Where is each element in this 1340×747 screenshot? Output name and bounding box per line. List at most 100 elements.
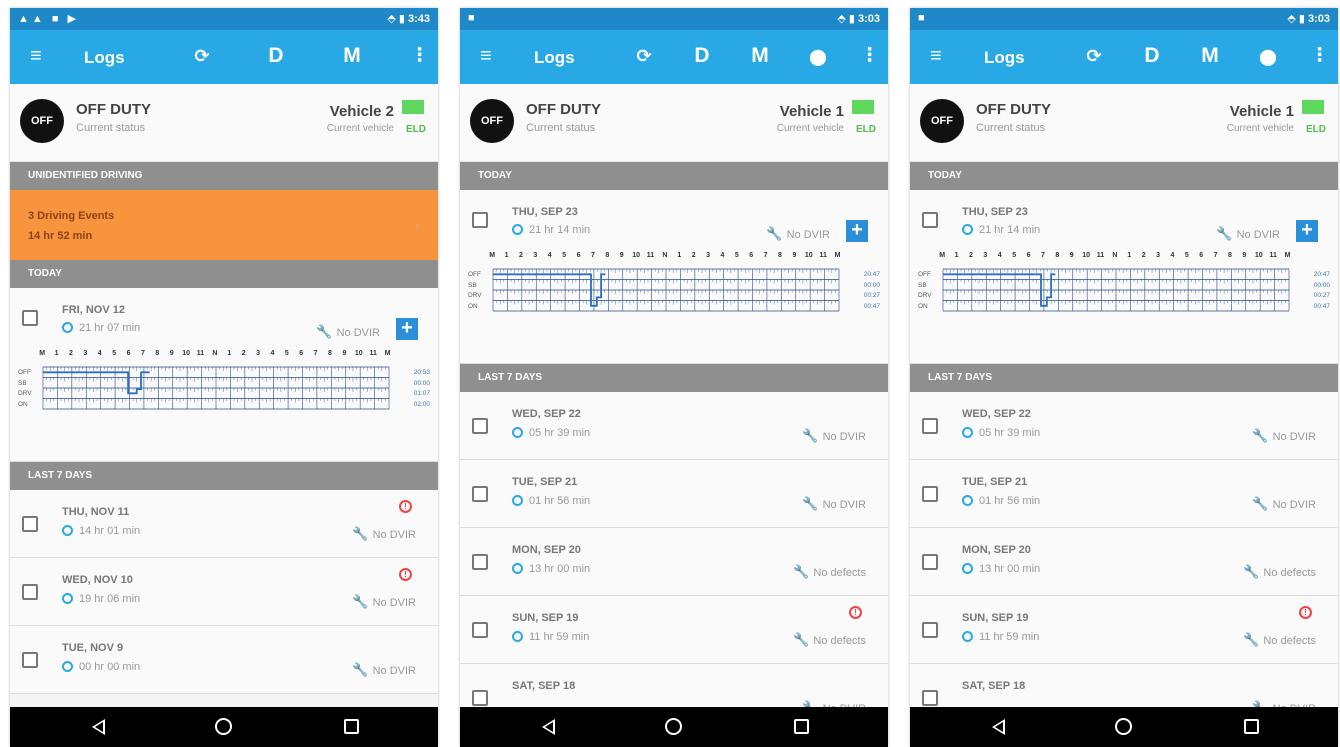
log-day-item[interactable]: MON, SEP 20 13 hr 00 min 🔧 No defects bbox=[910, 528, 1338, 596]
menu-icon[interactable]: ≡ bbox=[480, 46, 492, 66]
grid-hour-label: 1 bbox=[1127, 252, 1132, 259]
duty-status-graph bbox=[942, 268, 1290, 312]
wrench-icon: 🔧 bbox=[352, 594, 369, 609]
log-hours-value: 01 hr 56 min bbox=[979, 495, 1041, 507]
recents-icon[interactable] bbox=[344, 719, 359, 734]
grid-hour-label: 3 bbox=[256, 350, 260, 357]
log-day-checkbox[interactable] bbox=[472, 554, 488, 570]
grid-hour-label: 3 bbox=[983, 252, 988, 259]
grid-hour-label: 3 bbox=[83, 350, 88, 357]
today-log-card[interactable]: FRI, NOV 12 21 hr 07 min 🔧 No DVIR + M 1 2 3 4 5 6 7… bbox=[10, 288, 438, 462]
log-day-item[interactable]: SUN, SEP 19 11 hr 59 min 🔧 No defects! bbox=[910, 596, 1338, 664]
more-icon[interactable]: ⋮ bbox=[410, 44, 429, 67]
today-log-card[interactable]: THU, SEP 23 21 hr 14 min 🔧 No DVIR + M 1 2 3 4 5 6 7… bbox=[910, 190, 1338, 364]
grid-hour-label: 3 bbox=[1156, 252, 1160, 259]
home-icon[interactable] bbox=[665, 718, 682, 735]
warning-icon: ! bbox=[399, 500, 412, 513]
log-day-item[interactable]: WED, NOV 10 19 hr 06 min 🔧 No DVIR! bbox=[10, 558, 438, 626]
duty-label: OFF bbox=[468, 271, 481, 278]
more-icon[interactable]: ⋮ bbox=[1310, 44, 1329, 67]
clock-icon bbox=[962, 427, 973, 438]
log-day-item[interactable]: WED, SEP 22 05 hr 39 min 🔧 No DVIR bbox=[460, 392, 888, 460]
add-event-button[interactable]: + bbox=[396, 318, 418, 340]
add-event-button[interactable]: + bbox=[1296, 220, 1318, 242]
grid-hour-label: 1 bbox=[54, 350, 59, 357]
log-day-item[interactable]: SUN, SEP 19 11 hr 59 min 🔧 No defects! bbox=[460, 596, 888, 664]
vehicle-label: Current vehicle bbox=[776, 123, 844, 134]
menu-icon[interactable]: ≡ bbox=[30, 46, 42, 66]
today-checkbox[interactable] bbox=[22, 310, 38, 326]
duty-status-trace bbox=[43, 371, 150, 395]
today-checkbox[interactable] bbox=[922, 212, 938, 228]
log-day-checkbox[interactable] bbox=[472, 486, 488, 502]
grid-hour-label: 10 bbox=[804, 252, 813, 259]
location-icon[interactable]: ⬤ bbox=[804, 47, 832, 67]
recents-icon[interactable] bbox=[1244, 719, 1259, 734]
m-button[interactable]: M bbox=[746, 44, 774, 68]
log-date: THU, SEP 23 bbox=[512, 206, 578, 218]
grid-hour-label: 7 bbox=[1040, 252, 1045, 259]
wrench-icon: 🔧 bbox=[352, 526, 369, 541]
d-button[interactable]: D bbox=[262, 44, 290, 68]
log-day-item[interactable]: TUE, NOV 9 00 hr 00 min 🔧 No DVIR bbox=[10, 626, 438, 694]
log-day-checkbox[interactable] bbox=[472, 622, 488, 638]
log-day-item[interactable]: MON, SEP 20 13 hr 00 min 🔧 No defects bbox=[460, 528, 888, 596]
log-day-checkbox[interactable] bbox=[472, 418, 488, 434]
log-hours: 21 hr 07 min bbox=[62, 322, 140, 334]
log-day-item[interactable]: TUE, SEP 21 01 hr 56 min 🔧 No DVIR bbox=[910, 460, 1338, 528]
today-checkbox[interactable] bbox=[472, 212, 488, 228]
log-day-checkbox[interactable] bbox=[922, 622, 938, 638]
log-day-checkbox[interactable] bbox=[922, 486, 938, 502]
grid-hour-label: 6 bbox=[576, 252, 581, 259]
dvir-label: No DVIR bbox=[786, 229, 830, 241]
home-icon[interactable] bbox=[215, 718, 232, 735]
log-hours: 19 hr 06 min bbox=[62, 593, 140, 605]
back-icon[interactable] bbox=[92, 719, 105, 735]
menu-icon[interactable]: ≡ bbox=[930, 46, 942, 66]
location-icon[interactable]: ⬤ bbox=[1254, 47, 1282, 67]
home-icon[interactable] bbox=[1115, 718, 1132, 735]
log-day-item[interactable]: TUE, SEP 21 01 hr 56 min 🔧 No DVIR bbox=[460, 460, 888, 528]
grid-hours-row: M 1 2 3 4 5 6 7 8 9 10 11 N 1 2 3 4 5 6 7 8 9 10 11 M bbox=[935, 252, 1295, 259]
grid-hour-label: 4 bbox=[720, 252, 725, 259]
back-icon[interactable] bbox=[542, 719, 555, 735]
current-status-card[interactable]: OFF OFF DUTY Current status Vehicle 1 Curren… bbox=[910, 84, 1338, 162]
d-button[interactable]: D bbox=[1138, 44, 1166, 68]
more-icon[interactable]: ⋮ bbox=[860, 44, 879, 67]
m-button[interactable]: M bbox=[338, 44, 366, 68]
log-day-checkbox[interactable] bbox=[472, 690, 488, 706]
back-icon[interactable] bbox=[992, 719, 1005, 735]
log-hours: 13 hr 00 min bbox=[962, 563, 1040, 575]
unidentified-driving-card[interactable]: 3 Driving Events 14 hr 52 min › bbox=[10, 190, 438, 260]
wrench-icon: 🔧 bbox=[1243, 632, 1260, 647]
log-day-checkbox[interactable] bbox=[22, 584, 38, 600]
log-day-item[interactable]: WED, SEP 22 05 hr 39 min 🔧 No DVIR bbox=[910, 392, 1338, 460]
status-bar: ▲▲ ■ ▶ ⬘ ▮ 3:43 bbox=[10, 8, 438, 30]
today-log-card[interactable]: THU, SEP 23 21 hr 14 min 🔧 No DVIR + M 1 2 3 4 5 6 7… bbox=[460, 190, 888, 364]
sync-icon[interactable]: ⟳ bbox=[630, 46, 658, 67]
duty-total: 00:47 bbox=[1313, 302, 1330, 310]
log-day-checkbox[interactable] bbox=[922, 554, 938, 570]
log-day-checkbox[interactable] bbox=[22, 516, 38, 532]
log-day-item[interactable]: THU, NOV 11 14 hr 01 min 🔧 No DVIR! bbox=[10, 490, 438, 558]
wrench-icon: 🔧 bbox=[793, 632, 810, 647]
log-day-checkbox[interactable] bbox=[922, 418, 938, 434]
grid-hour-label: 1 bbox=[227, 350, 232, 357]
log-day-checkbox[interactable] bbox=[22, 652, 38, 668]
m-button[interactable]: M bbox=[1196, 44, 1224, 68]
today-header: TODAY bbox=[910, 162, 1338, 190]
grid-hour-label: 2 bbox=[969, 252, 973, 259]
current-status-card[interactable]: OFF OFF DUTY Current status Vehicle 2 Curren… bbox=[10, 84, 438, 162]
d-button[interactable]: D bbox=[688, 44, 716, 68]
add-event-button[interactable]: + bbox=[846, 220, 868, 242]
sync-icon[interactable]: ⟳ bbox=[188, 46, 216, 67]
sync-icon[interactable]: ⟳ bbox=[1080, 46, 1108, 67]
dvir-label: No DVIR bbox=[372, 597, 416, 609]
eld-connected-icon bbox=[402, 100, 424, 114]
current-status-card[interactable]: OFF OFF DUTY Current status Vehicle 1 Curren… bbox=[460, 84, 888, 162]
dvir-status: 🔧 No defects bbox=[1243, 564, 1316, 580]
log-day-checkbox[interactable] bbox=[922, 690, 938, 706]
page-title: Logs bbox=[984, 48, 1025, 67]
dvir-status: 🔧No DVIR bbox=[766, 226, 830, 242]
recents-icon[interactable] bbox=[794, 719, 809, 734]
